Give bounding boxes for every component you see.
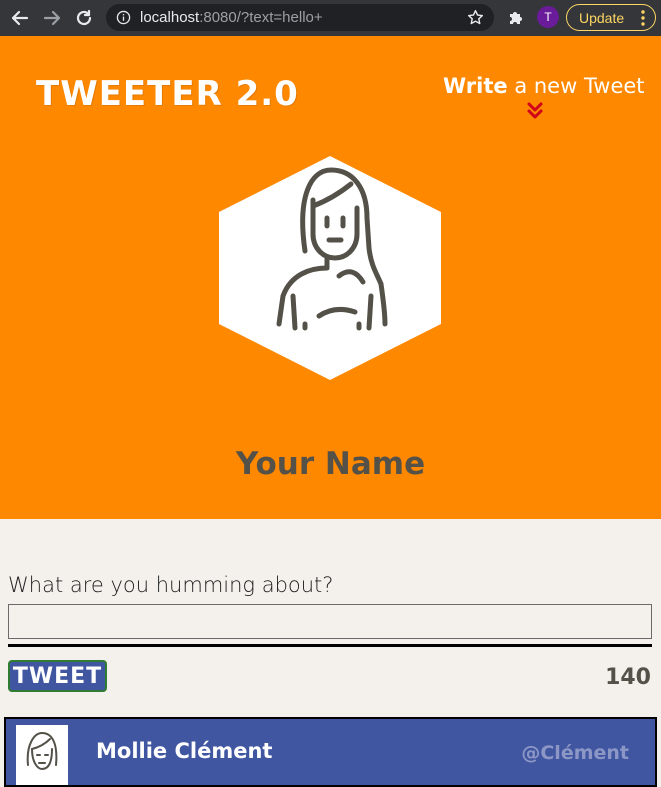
- url-host: localhost: [140, 9, 200, 26]
- write-tweet-toggle[interactable]: Write a new Tweet: [443, 74, 645, 98]
- bookmark-star-icon[interactable]: [467, 9, 484, 26]
- compose-divider: [8, 644, 652, 647]
- forward-button[interactable]: [40, 6, 64, 30]
- write-label-rest: a new Tweet: [507, 74, 645, 98]
- url-text[interactable]: localhost:8080/?text=hello+: [140, 9, 323, 26]
- profile-avatar-hexagon: [219, 156, 441, 380]
- reload-icon: [76, 9, 92, 26]
- profile-name: Your Name: [235, 446, 426, 482]
- compose-label: What are you humming about?: [8, 573, 334, 597]
- tweet-card: Mollie Clément @Clément: [4, 717, 657, 787]
- write-label-bold: Write: [443, 74, 508, 98]
- browser-toolbar: localhost:8080/?text=hello+ T Update: [0, 0, 661, 36]
- tweet-author-name: Mollie Clément: [96, 739, 273, 763]
- info-icon[interactable]: [116, 10, 131, 25]
- compose-tweet-input[interactable]: [8, 604, 652, 639]
- update-label: Update: [579, 9, 625, 26]
- kebab-menu-icon[interactable]: [641, 10, 645, 26]
- extensions-puzzle-icon[interactable]: [506, 8, 526, 28]
- brand-logo: TWEETER 2.0: [36, 74, 299, 114]
- tweet-submit-button[interactable]: TWEET: [8, 660, 107, 692]
- back-arrow-icon: [11, 10, 29, 26]
- url-path: :8080/?text=hello+: [199, 9, 323, 26]
- character-counter: 140: [605, 665, 651, 690]
- tweet-author-avatar: [16, 725, 68, 785]
- profile-avatar[interactable]: T: [537, 6, 559, 28]
- double-chevron-down-icon[interactable]: [527, 102, 543, 120]
- page-header: TWEETER 2.0 Write a new Tweet Your Name: [0, 36, 661, 519]
- tweet-author-handle: @Clément: [521, 742, 629, 764]
- back-button[interactable]: [8, 6, 32, 30]
- forward-arrow-icon: [43, 10, 61, 26]
- update-button[interactable]: Update: [566, 4, 656, 31]
- address-bar[interactable]: localhost:8080/?text=hello+: [106, 4, 494, 31]
- reload-button[interactable]: [72, 6, 96, 30]
